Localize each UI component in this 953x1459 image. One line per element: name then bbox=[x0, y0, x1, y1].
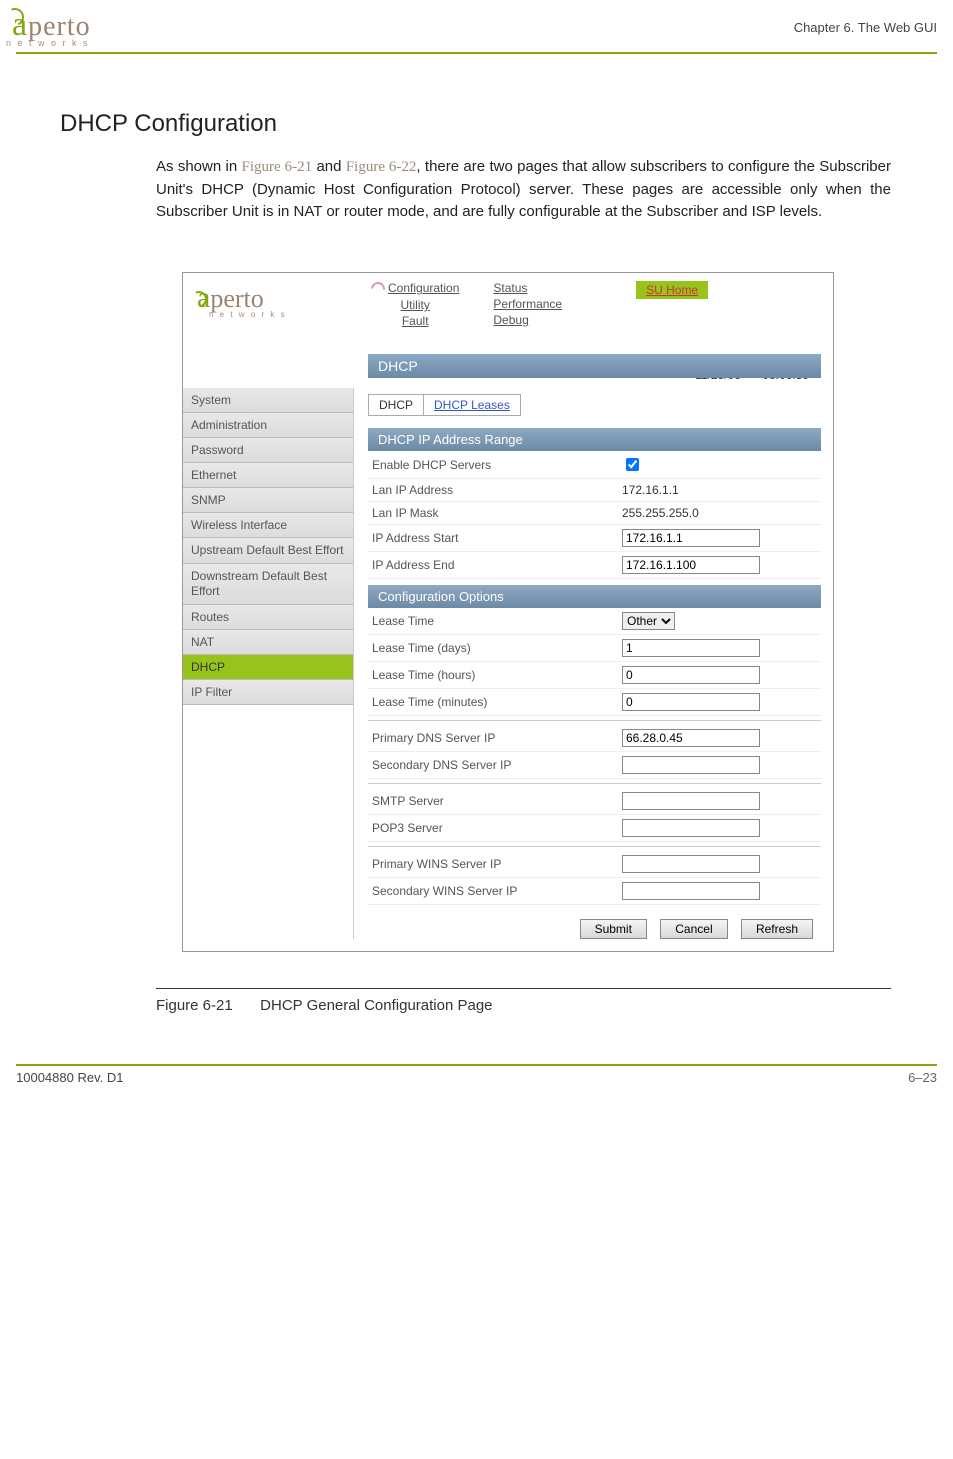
input-lease-minutes[interactable] bbox=[622, 693, 760, 711]
sidebar-item-ipfilter[interactable]: IP Filter bbox=[183, 680, 353, 705]
sidebar-item-upstream[interactable]: Upstream Default Best Effort bbox=[183, 538, 353, 564]
value-lan-mask: 255.255.255.0 bbox=[622, 506, 821, 520]
label-lease-hours: Lease Time (hours) bbox=[368, 668, 622, 682]
brand-sub: n e t w o r k s bbox=[6, 38, 91, 48]
sidebar-item-snmp[interactable]: SNMP bbox=[183, 488, 353, 513]
input-pop3[interactable] bbox=[622, 819, 760, 837]
chapter-label: Chapter 6. The Web GUI bbox=[794, 20, 937, 35]
tab-dhcp-leases[interactable]: DHCP Leases bbox=[424, 395, 520, 415]
sidebar-item-system[interactable]: System bbox=[183, 388, 353, 413]
active-marker-icon bbox=[368, 279, 388, 299]
value-lan-ip: 172.16.1.1 bbox=[622, 483, 821, 497]
submit-button[interactable]: Submit bbox=[580, 919, 647, 939]
input-lease-days[interactable] bbox=[622, 639, 760, 657]
label-pop3: POP3 Server bbox=[368, 821, 622, 835]
nav-status[interactable]: Status bbox=[493, 281, 562, 295]
label-lan-mask: Lan IP Mask bbox=[368, 506, 622, 520]
screenshot-figure: aperto n e t w o r k s Configuration Uti… bbox=[182, 272, 834, 952]
sidebar-item-administration[interactable]: Administration bbox=[183, 413, 353, 438]
brand-logo: aperto n e t w o r k s bbox=[6, 6, 91, 48]
label-primary-dns: Primary DNS Server IP bbox=[368, 731, 622, 745]
input-lease-hours[interactable] bbox=[622, 666, 760, 684]
figure-title: DHCP General Configuration Page bbox=[260, 997, 492, 1014]
body-paragraph: As shown in Figure 6-21 and Figure 6-22,… bbox=[156, 156, 891, 222]
sidebar-item-password[interactable]: Password bbox=[183, 438, 353, 463]
page-title: DHCP bbox=[368, 354, 821, 378]
sidebar-item-dhcp[interactable]: DHCP bbox=[183, 655, 353, 680]
label-ip-start: IP Address Start bbox=[368, 531, 622, 545]
app-logo: aperto n e t w o r k s bbox=[191, 281, 371, 319]
doc-revision: 10004880 Rev. D1 bbox=[16, 1070, 123, 1085]
label-lease-minutes: Lease Time (minutes) bbox=[368, 695, 622, 709]
tab-dhcp[interactable]: DHCP bbox=[369, 395, 424, 415]
separator bbox=[368, 720, 821, 721]
nav-utility[interactable]: Utility bbox=[371, 298, 459, 312]
figure-number: Figure 6-21 bbox=[156, 997, 256, 1014]
su-home-button[interactable]: SU Home bbox=[636, 281, 708, 328]
refresh-button[interactable]: Refresh bbox=[741, 919, 813, 939]
sidebar-item-ethernet[interactable]: Ethernet bbox=[183, 463, 353, 488]
label-ip-end: IP Address End bbox=[368, 558, 622, 572]
nav-performance[interactable]: Performance bbox=[493, 297, 562, 311]
label-primary-wins: Primary WINS Server IP bbox=[368, 857, 622, 871]
top-nav: Configuration Utility Fault Status Perfo… bbox=[371, 281, 708, 328]
nav-configuration[interactable]: Configuration bbox=[388, 281, 459, 295]
label-smtp: SMTP Server bbox=[368, 794, 622, 808]
input-primary-wins[interactable] bbox=[622, 855, 760, 873]
separator bbox=[368, 783, 821, 784]
nav-fault[interactable]: Fault bbox=[371, 314, 459, 328]
sidebar-item-wireless[interactable]: Wireless Interface bbox=[183, 513, 353, 538]
input-secondary-dns[interactable] bbox=[622, 756, 760, 774]
label-secondary-wins: Secondary WINS Server IP bbox=[368, 884, 622, 898]
section-head-range: DHCP IP Address Range bbox=[368, 428, 821, 451]
tab-row: DHCP DHCP Leases bbox=[368, 394, 521, 416]
label-lease-time: Lease Time bbox=[368, 614, 622, 628]
label-lan-ip: Lan IP Address bbox=[368, 483, 622, 497]
label-enable-dhcp: Enable DHCP Servers bbox=[368, 458, 622, 472]
cancel-button[interactable]: Cancel bbox=[660, 919, 727, 939]
select-lease-time[interactable]: Other bbox=[622, 612, 675, 630]
figure-caption: Figure 6-21 DHCP General Configuration P… bbox=[156, 997, 953, 1014]
label-lease-days: Lease Time (days) bbox=[368, 641, 622, 655]
input-ip-end[interactable] bbox=[622, 556, 760, 574]
input-ip-start[interactable] bbox=[622, 529, 760, 547]
figure-ref-6-22[interactable]: Figure 6-22 bbox=[346, 159, 417, 175]
input-smtp[interactable] bbox=[622, 792, 760, 810]
section-head-config: Configuration Options bbox=[368, 585, 821, 608]
label-secondary-dns: Secondary DNS Server IP bbox=[368, 758, 622, 772]
nav-debug[interactable]: Debug bbox=[493, 313, 562, 327]
sidebar-item-routes[interactable]: Routes bbox=[183, 605, 353, 630]
sidebar: System Administration Password Ethernet … bbox=[183, 388, 354, 939]
caption-rule bbox=[156, 988, 891, 989]
section-title: DHCP Configuration bbox=[60, 110, 953, 138]
header-rule bbox=[16, 52, 937, 54]
sidebar-item-nat[interactable]: NAT bbox=[183, 630, 353, 655]
sidebar-item-downstream[interactable]: Downstream Default Best Effort bbox=[183, 564, 353, 605]
page-number: 6–23 bbox=[908, 1070, 937, 1085]
separator bbox=[368, 846, 821, 847]
figure-ref-6-21[interactable]: Figure 6-21 bbox=[242, 159, 313, 175]
input-secondary-wins[interactable] bbox=[622, 882, 760, 900]
checkbox-enable-dhcp[interactable] bbox=[626, 458, 639, 471]
footer-rule bbox=[16, 1064, 937, 1066]
input-primary-dns[interactable] bbox=[622, 729, 760, 747]
